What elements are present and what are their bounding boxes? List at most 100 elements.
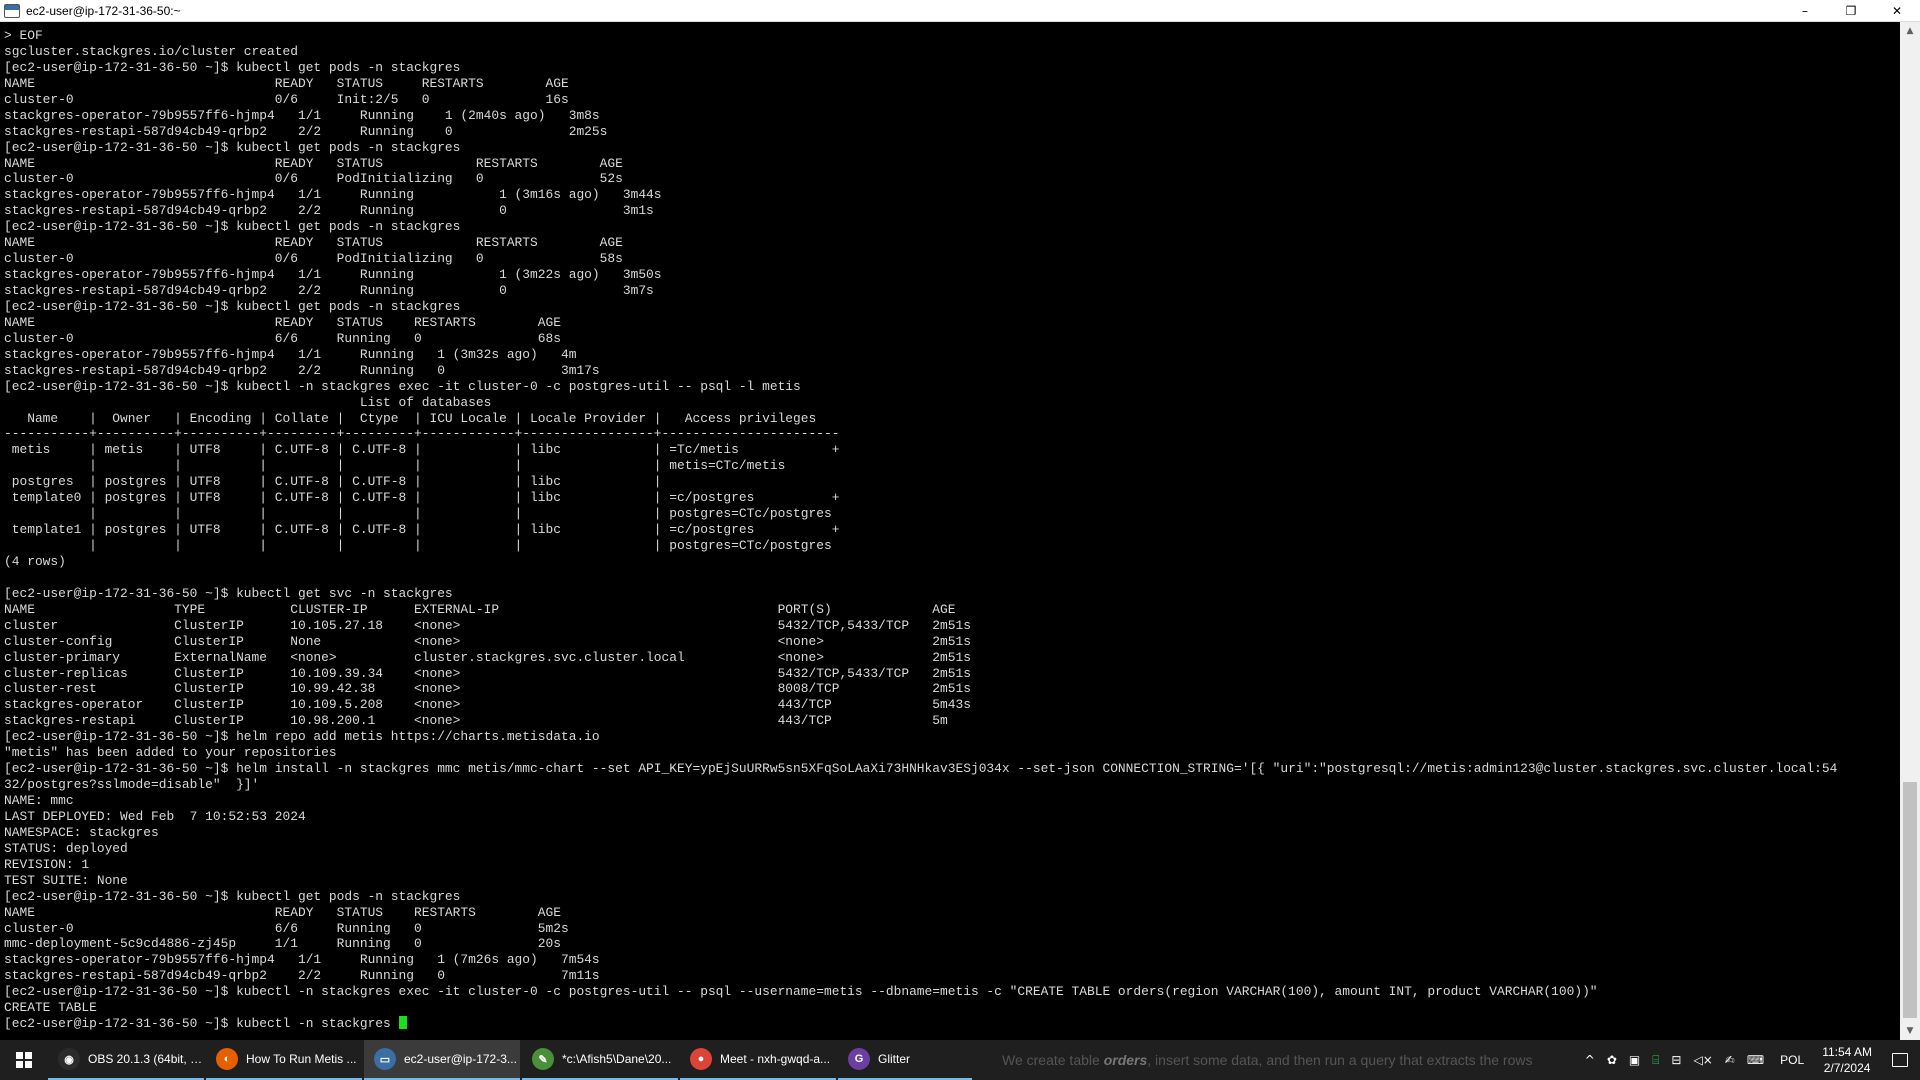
terminal-line: NAME READY STATUS RESTARTS AGE <box>4 75 569 91</box>
terminal-line: cluster ClusterIP 10.105.27.18 <none> 54… <box>4 617 971 633</box>
putty-icon: ▭ <box>374 1048 396 1070</box>
windows-logo-icon <box>16 1052 32 1068</box>
taskbar-apps: ◉ OBS 20.1.3 (64bit, w... ◐ How To Run Meti… <box>48 1040 974 1080</box>
window-controls: – ❐ ✕ <box>1782 0 1920 22</box>
scroll-up-arrow-icon[interactable]: ▲ <box>1900 22 1920 40</box>
notification-icon <box>1892 1053 1908 1067</box>
terminal-area[interactable]: > EOF sgcluster.stackgres.io/cluster crea… <box>0 22 1900 1040</box>
terminal-line: cluster-0 0/6 PodInitializing 0 58s <box>4 251 623 267</box>
clock[interactable]: 11:54 AM 2/7/2024 <box>1822 1044 1872 1076</box>
terminal-line: sgcluster.stackgres.io/cluster created <box>4 43 298 59</box>
terminal-line: NAME READY STATUS RESTARTS AGE <box>4 155 623 171</box>
terminal-line: stackgres-restapi-587d94cb49-qrbp2 2/2 R… <box>4 362 600 378</box>
terminal-line: stackgres-restapi-587d94cb49-qrbp2 2/2 R… <box>4 283 654 298</box>
terminal-scrollbar[interactable]: ▲ ▼ <box>1900 22 1920 1040</box>
terminal-line: [ec2-user@ip-172-31-36-50 ~]$ kubectl ge… <box>4 219 461 235</box>
taskbar-app-label: *c:\Afish5\Dane\20... <box>562 1052 672 1066</box>
terminal-line: [ec2-user@ip-172-31-36-50 ~]$ kubectl ge… <box>4 298 461 314</box>
video-caption: We create table orders, insert some data… <box>1002 1052 1537 1068</box>
obs-icon: ◉ <box>58 1048 80 1070</box>
terminal-line: NAME READY STATUS RESTARTS AGE <box>4 904 561 920</box>
window-title-bar[interactable]: ec2-user@ip-172-31-36-50:~ – ❐ ✕ <box>0 0 1920 22</box>
tray-app-icon[interactable]: ▣ <box>1629 1053 1640 1067</box>
terminal-prompt: [ec2-user@ip-172-31-36-50 ~]$ kubectl -n… <box>4 1016 399 1032</box>
taskbar-app-firefox[interactable]: ◐ How To Run Metis ... <box>206 1040 362 1080</box>
terminal-line: stackgres-operator-79b9557ff6-hjmp4 1/1 … <box>4 267 662 283</box>
glitter-icon: G <box>848 1048 870 1070</box>
start-button[interactable] <box>0 1040 48 1080</box>
pen-icon[interactable]: ✍ <box>1725 1053 1735 1067</box>
terminal-line: | | | | | | | postgres=CTc/postgres <box>4 538 832 553</box>
terminal-line: cluster-replicas ClusterIP 10.109.39.34 … <box>4 665 971 681</box>
terminal-line: template0 | postgres | UTF8 | C.UTF-8 | … <box>4 490 840 506</box>
volume-muted-icon[interactable]: ◁× <box>1693 1053 1712 1067</box>
notification-center-button[interactable] <box>1880 1040 1920 1080</box>
terminal-line: postgres | postgres | UTF8 | C.UTF-8 | C… <box>4 474 662 490</box>
terminal-line: cluster-config ClusterIP None <none> <no… <box>4 633 971 649</box>
terminal-line: NAME READY STATUS RESTARTS AGE <box>4 314 561 330</box>
terminal-line: | | | | | | | metis=CTc/metis <box>4 458 786 474</box>
terminal-line: CREATE TABLE <box>4 1000 97 1016</box>
terminal-line: stackgres-restapi-587d94cb49-qrbp2 2/2 R… <box>4 968 600 984</box>
terminal-line: [ec2-user@ip-172-31-36-50 ~]$ kubectl -n… <box>4 984 1598 1000</box>
taskbar-app-chrome[interactable]: ● Meet - nxh-gwqd-a... <box>680 1040 836 1080</box>
caption-suffix: , insert some data, and then run a query… <box>1147 1052 1533 1068</box>
terminal-line: cluster-primary ExternalName <none> clus… <box>4 649 971 665</box>
taskbar-app-label: ec2-user@ip-172-3... <box>404 1052 517 1066</box>
scrollbar-thumb[interactable] <box>1903 782 1917 1018</box>
terminal-line: LAST DEPLOYED: Wed Feb 7 10:52:53 2024 <box>4 808 306 824</box>
terminal-line: stackgres-operator-79b9557ff6-hjmp4 1/1 … <box>4 107 600 123</box>
window-title: ec2-user@ip-172-31-36-50:~ <box>26 3 181 18</box>
taskbar-app-putty[interactable]: ▭ ec2-user@ip-172-3... <box>364 1040 520 1080</box>
taskbar: ◉ OBS 20.1.3 (64bit, w... ◐ How To Run Meti… <box>0 1040 1920 1080</box>
terminal-line: Name | Owner | Encoding | Collate | Ctyp… <box>4 410 817 426</box>
terminal-line: | | | | | | | postgres=CTc/postgres <box>4 506 832 522</box>
terminal-line: stackgres-restapi-587d94cb49-qrbp2 2/2 R… <box>4 203 654 219</box>
terminal-output: > EOF sgcluster.stackgres.io/cluster crea… <box>0 22 1900 1032</box>
terminal-line: cluster-0 6/6 Running 0 68s <box>4 330 561 346</box>
terminal-line: [ec2-user@ip-172-31-36-50 ~]$ kubectl ge… <box>4 139 461 155</box>
taskbar-app-label: OBS 20.1.3 (64bit, w... <box>88 1052 204 1066</box>
taskbar-app-label: Glitter <box>878 1052 911 1066</box>
terminal-line: stackgres-operator-79b9557ff6-hjmp4 1/1 … <box>4 952 600 968</box>
tray-app-icon[interactable]: ⌸ <box>1652 1053 1659 1068</box>
taskbar-app-obs[interactable]: ◉ OBS 20.1.3 (64bit, w... <box>48 1040 204 1080</box>
taskbar-app-label: Meet - nxh-gwqd-a... <box>720 1052 831 1066</box>
minimize-button[interactable]: – <box>1782 0 1828 22</box>
tray-chevron-icon[interactable]: ^ <box>1585 1053 1595 1067</box>
terminal-line: NAMESPACE: stackgres <box>4 824 159 840</box>
terminal-line: "metis" has been added to your repositor… <box>4 745 337 761</box>
keyboard-icon[interactable]: ⌨ <box>1747 1053 1764 1067</box>
terminal-line: NAME: mmc <box>4 793 74 808</box>
tray-app-icon[interactable]: ✿ <box>1607 1053 1617 1067</box>
close-button[interactable]: ✕ <box>1874 0 1920 22</box>
terminal-line: NAME READY STATUS RESTARTS AGE <box>4 235 623 251</box>
terminal-line: cluster-0 0/6 PodInitializing 0 52s <box>4 171 623 187</box>
input-language[interactable]: POL <box>1780 1053 1804 1067</box>
scroll-down-arrow-icon[interactable]: ▼ <box>1900 1022 1920 1040</box>
notepad-icon: ✎ <box>532 1048 554 1070</box>
terminal-line: STATUS: deployed <box>4 840 128 856</box>
taskbar-app-label: How To Run Metis ... <box>246 1052 357 1066</box>
terminal-line: [ec2-user@ip-172-31-36-50 ~]$ kubectl ge… <box>4 59 461 75</box>
terminal-line: [ec2-user@ip-172-31-36-50 ~]$ helm repo … <box>4 729 600 745</box>
clock-time: 11:54 AM <box>1822 1045 1872 1059</box>
network-icon[interactable]: ⊟ <box>1671 1053 1681 1067</box>
putty-app-icon <box>4 3 20 18</box>
caption-prefix: We create table <box>1002 1052 1104 1068</box>
terminal-line: REVISION: 1 <box>4 856 90 872</box>
terminal-line: cluster-0 6/6 Running 0 5m2s <box>4 920 569 936</box>
terminal-line: mmc-deployment-5c9cd4886-zj45p 1/1 Runni… <box>4 936 561 952</box>
terminal-line: stackgres-operator-79b9557ff6-hjmp4 1/1 … <box>4 346 577 362</box>
terminal-prompt-line[interactable]: [ec2-user@ip-172-31-36-50 ~]$ kubectl -n… <box>4 1016 1900 1032</box>
terminal-line: (4 rows) <box>4 553 66 569</box>
taskbar-app-notepad[interactable]: ✎ *c:\Afish5\Dane\20... <box>522 1040 678 1080</box>
terminal-line: stackgres-operator ClusterIP 10.109.5.20… <box>4 697 971 713</box>
terminal-line: [ec2-user@ip-172-31-36-50 ~]$ kubectl -n… <box>4 378 801 394</box>
system-tray: ^ ✿ ▣ ⌸ ⊟ ◁× ✍ ⌨ POL 11:54 AM 2/7/2024 <box>1579 1040 1920 1080</box>
terminal-line: cluster-rest ClusterIP 10.99.42.38 <none… <box>4 681 971 697</box>
terminal-line: List of databases <box>4 394 492 410</box>
restore-button[interactable]: ❐ <box>1828 0 1874 22</box>
taskbar-app-glitter[interactable]: G Glitter <box>838 1040 972 1080</box>
